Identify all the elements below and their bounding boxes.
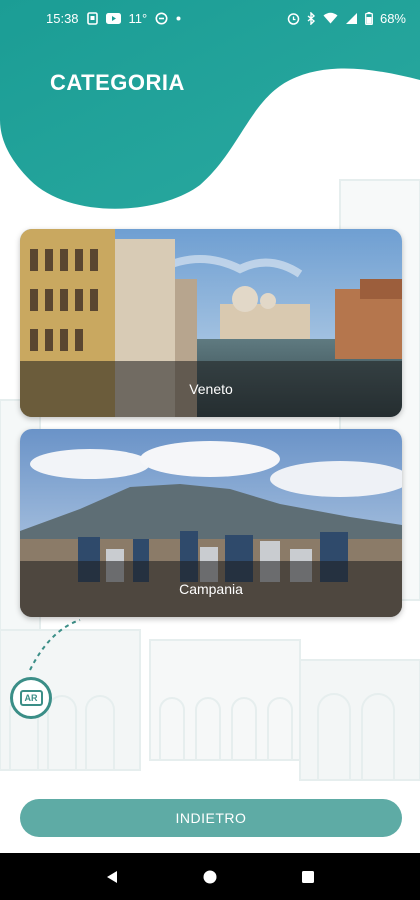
category-label: Veneto: [20, 361, 402, 417]
status-time: 15:38: [46, 10, 79, 26]
dot-icon: [176, 16, 181, 21]
category-card-veneto[interactable]: Veneto: [20, 229, 402, 417]
wifi-icon: [323, 12, 338, 24]
alarm-icon: [287, 12, 300, 25]
battery-percentage: 68%: [379, 10, 406, 26]
sync-icon: [155, 12, 168, 25]
category-label: Campania: [20, 561, 402, 617]
ar-label: AR: [19, 690, 43, 706]
battery-icon: [365, 11, 373, 25]
page-title: CATEGORIA: [50, 70, 185, 95]
notification-icon: [86, 11, 98, 25]
back-button[interactable]: INDIETRO: [20, 799, 402, 837]
navigation-bar: [0, 853, 420, 900]
status-bar: 15:38 11° 68%: [0, 0, 420, 36]
category-card-campania[interactable]: Campania: [20, 429, 402, 617]
signal-icon: [345, 12, 358, 25]
youtube-icon: [105, 12, 121, 24]
ar-button[interactable]: AR: [10, 677, 52, 719]
bluetooth-icon: [307, 11, 316, 25]
status-temperature: 11°: [128, 10, 148, 26]
recents-icon[interactable]: [300, 869, 316, 885]
home-icon[interactable]: [202, 869, 218, 885]
back-icon[interactable]: [104, 869, 120, 885]
